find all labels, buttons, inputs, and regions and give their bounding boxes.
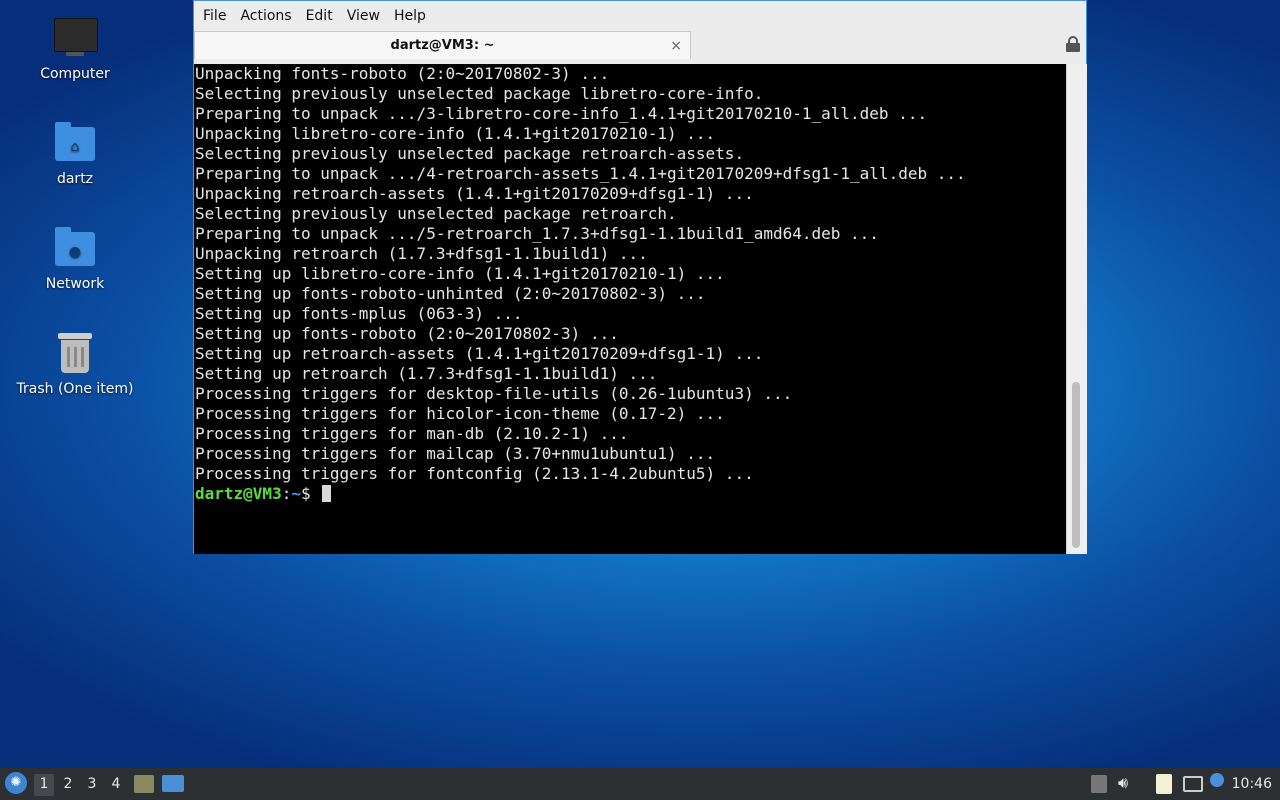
network-status-icon[interactable] (1183, 776, 1203, 792)
workspace-2[interactable]: 2 (58, 774, 78, 796)
terminal-line: Preparing to unpack .../3-libretro-core-… (195, 104, 928, 123)
terminal-line: Setting up fonts-mplus (063-3) ... (195, 304, 523, 323)
terminal-line: Setting up retroarch (1.7.3+dfsg1-1.1bui… (195, 364, 658, 383)
terminal-line: Setting up fonts-roboto (2:0~20170802-3)… (195, 324, 619, 343)
terminal-line: Selecting previously unselected package … (195, 84, 764, 103)
computer-icon (53, 16, 98, 60)
prompt-path: ~ (291, 484, 301, 503)
workspace-4[interactable]: 4 (106, 774, 126, 796)
file-manager-icon[interactable] (134, 775, 154, 793)
terminal-line: Processing triggers for fontconfig (2.13… (195, 464, 754, 483)
terminal-line: Setting up retroarch-assets (1.4.1+git20… (195, 344, 764, 363)
menu-view[interactable]: View (340, 8, 387, 24)
start-menu-icon[interactable]: ✺ (5, 772, 27, 794)
terminal-line: Unpacking retroarch-assets (1.4.1+git201… (195, 184, 754, 203)
terminal-line: Processing triggers for desktop-file-uti… (195, 384, 793, 403)
terminal-prompt: dartz@VM3:~$ (194, 484, 1066, 504)
terminal-line: Unpacking libretro-core-info (1.4.1+git2… (195, 124, 716, 143)
vertical-scrollbar[interactable] (1066, 64, 1087, 554)
tab-bar: dartz@VM3: ~ × (194, 30, 1086, 61)
text-cursor (322, 485, 332, 502)
terminal-line: Unpacking retroarch (1.7.3+dfsg1-1.1buil… (195, 244, 648, 263)
terminal-line: Processing triggers for hicolor-icon-the… (195, 404, 725, 423)
volume-icon[interactable]: 🔊︎ (1118, 773, 1128, 793)
terminal-line: Unpacking fonts-roboto (2:0~20170802-3) … (195, 64, 610, 83)
desktop-icon-network[interactable]: ● Network (14, 226, 136, 292)
menu-actions[interactable]: Actions (233, 8, 298, 24)
prompt-separator: : (281, 484, 292, 503)
show-desktop-icon[interactable] (162, 775, 184, 792)
tab-title: dartz@VM3: ~ (390, 38, 495, 53)
terminal-line: Processing triggers for mailcap (3.70+nm… (195, 444, 716, 463)
clock[interactable]: 10:46 (1232, 776, 1272, 792)
notification-icon[interactable] (1210, 773, 1224, 787)
home-folder-icon: ⌂ (53, 121, 97, 165)
desktop-icon-label: Network (45, 276, 105, 292)
terminal-line: Setting up fonts-roboto-unhinted (2:0~20… (195, 284, 706, 303)
terminal-line: Selecting previously unselected package … (195, 204, 677, 223)
workspace-3[interactable]: 3 (82, 774, 102, 796)
network-folder-icon: ● (53, 226, 97, 270)
menu-edit[interactable]: Edit (299, 8, 340, 24)
usb-eject-icon[interactable] (1091, 775, 1107, 793)
menu-file[interactable]: File (196, 8, 233, 24)
taskbar: ✺ 1 2 3 4 🔊︎ 10:46 (0, 768, 1280, 800)
desktop-icon-label: Computer (40, 66, 110, 82)
menu-help[interactable]: Help (387, 8, 433, 24)
clipboard-icon[interactable] (1156, 774, 1172, 794)
terminal-line: Preparing to unpack .../4-retroarch-asse… (195, 164, 966, 183)
scrollbar-thumb[interactable] (1072, 382, 1080, 548)
terminal-text: Unpacking fonts-roboto (2:0~20170802-3) … (194, 64, 1066, 484)
tab-terminal[interactable]: dartz@VM3: ~ × (194, 31, 691, 59)
terminal-line: Selecting previously unselected package … (195, 144, 745, 163)
desktop-icon-label: dartz (56, 171, 94, 187)
terminal-line: Preparing to unpack .../5-retroarch_1.7.… (195, 224, 879, 243)
workspace-1[interactable]: 1 (34, 774, 54, 796)
close-icon[interactable]: × (670, 32, 682, 60)
terminal-window: File Actions Edit View Help dartz@VM3: ~… (193, 0, 1087, 554)
terminal-output[interactable]: Unpacking fonts-roboto (2:0~20170802-3) … (194, 64, 1066, 554)
menu-bar: File Actions Edit View Help (194, 1, 1086, 30)
trash-icon (53, 331, 97, 375)
desktop-icon-trash[interactable]: Trash (One item) (14, 331, 136, 397)
prompt-user: dartz@VM3 (195, 484, 282, 503)
lock-icon[interactable] (1066, 36, 1080, 52)
desktop-icon-home[interactable]: ⌂ dartz (14, 121, 136, 187)
terminal-line: Processing triggers for man-db (2.10.2-1… (195, 424, 629, 443)
desktop-icon-computer[interactable]: Computer (14, 16, 136, 82)
desktop-icon-label: Trash (One item) (16, 381, 134, 397)
prompt-symbol: $ (300, 484, 321, 503)
terminal-line: Setting up libretro-core-info (1.4.1+git… (195, 264, 725, 283)
